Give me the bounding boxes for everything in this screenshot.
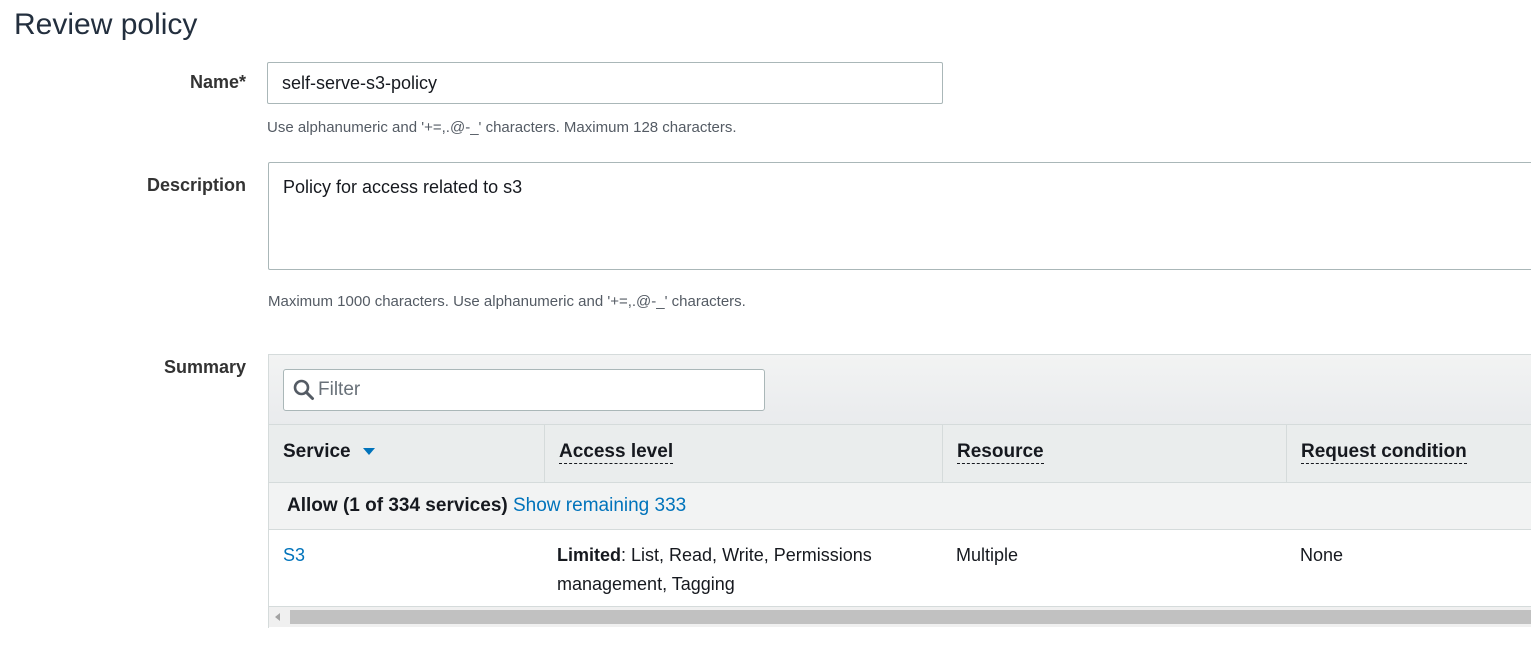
table-row: S3 Limited: List, Read, Write, Permissio… bbox=[269, 530, 1531, 607]
table-header: Service Access level Resource Request co… bbox=[269, 424, 1531, 483]
column-header-request-condition[interactable]: Request condition bbox=[1287, 425, 1531, 482]
scroll-left-icon[interactable] bbox=[275, 613, 280, 621]
caret-down-icon[interactable] bbox=[362, 448, 375, 456]
filter-input[interactable] bbox=[318, 370, 758, 410]
name-hint: Use alphanumeric and '+=,.@-_' character… bbox=[267, 119, 737, 136]
column-header-service-label: Service bbox=[283, 441, 351, 462]
column-header-resource-label: Resource bbox=[957, 441, 1044, 464]
description-hint: Maximum 1000 characters. Use alphanumeri… bbox=[268, 293, 746, 310]
column-header-request-condition-label: Request condition bbox=[1301, 441, 1467, 464]
description-label: Description bbox=[146, 175, 246, 195]
page-title: Review policy bbox=[14, 8, 198, 41]
show-remaining-link[interactable]: Show remaining 333 bbox=[513, 495, 686, 516]
summary-label: Summary bbox=[163, 357, 246, 377]
request-condition-cell: None bbox=[1300, 545, 1344, 565]
policy-description-input[interactable]: Policy for access related to s3 bbox=[268, 162, 1531, 270]
column-header-access-level[interactable]: Access level bbox=[545, 425, 943, 482]
access-level-detail: : List, Read, Write, Permissions bbox=[621, 545, 872, 565]
summary-table: Service Access level Resource Request co… bbox=[268, 354, 1531, 628]
column-header-service[interactable]: Service bbox=[269, 425, 545, 482]
search-icon bbox=[293, 379, 314, 400]
access-level-cell: Limited: List, Read, Write, Permissions … bbox=[557, 541, 927, 599]
scroll-thumb[interactable] bbox=[290, 610, 1531, 624]
name-label: Name* bbox=[189, 72, 246, 92]
access-level-detail-line2: management, Tagging bbox=[557, 574, 735, 594]
column-header-access-level-label: Access level bbox=[559, 441, 674, 464]
policy-name-input[interactable] bbox=[267, 62, 943, 104]
horizontal-scrollbar[interactable] bbox=[269, 607, 1531, 627]
filter-box[interactable] bbox=[283, 369, 765, 411]
column-header-resource[interactable]: Resource bbox=[943, 425, 1287, 482]
service-link-s3[interactable]: S3 bbox=[283, 545, 305, 565]
filter-bar bbox=[269, 354, 1531, 425]
allow-group-row: Allow (1 of 334 services) Show remaining… bbox=[269, 483, 1531, 530]
access-level-prefix: Limited bbox=[557, 545, 622, 565]
allow-group-label: Allow (1 of 334 services) bbox=[287, 495, 508, 516]
resource-cell: Multiple bbox=[956, 545, 1019, 565]
